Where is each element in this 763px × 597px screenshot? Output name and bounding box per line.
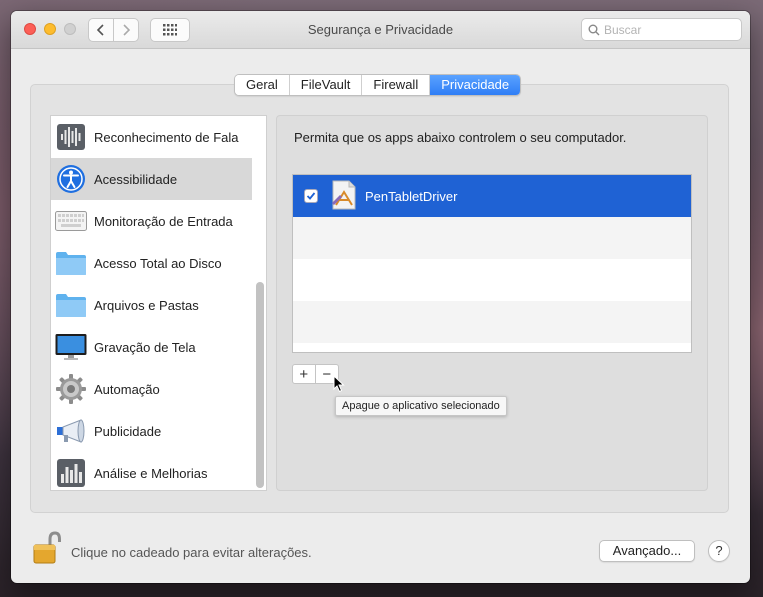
category-list-scrollbar[interactable] (256, 282, 264, 488)
sidebar-item-label: Análise e Melhorias (94, 465, 208, 481)
app-list-empty-row (293, 217, 691, 259)
sidebar-item-label: Acessibilidade (94, 171, 178, 187)
accessibility-icon (55, 163, 87, 195)
sidebar-item-publicidade[interactable]: Publicidade (51, 410, 252, 452)
tab-filevault[interactable]: FileVault (289, 75, 363, 95)
sidebar-item-acesso-total-ao-disco[interactable]: Acesso Total ao Disco (51, 242, 252, 284)
unlocked-padlock-icon[interactable] (31, 530, 61, 566)
sidebar-item-label: Monitoração de Entrada (94, 213, 233, 229)
help-button[interactable]: ? (708, 540, 730, 562)
sidebar-item-label: Acesso Total ao Disco (94, 255, 222, 271)
sidebar-item-label: Reconhecimento de Fala (94, 129, 239, 145)
sidebar-item-label: Publicidade (94, 423, 162, 439)
title-bar: Segurança e Privacidade (11, 11, 750, 49)
tab-bar: Geral FileVault Firewall Privacidade (234, 74, 522, 96)
folder-icon (55, 247, 87, 279)
sidebar-item-label: Gravação de Tela (94, 339, 196, 355)
search-icon (588, 24, 600, 35)
tooltip: Apague o aplicativo selecionado (335, 396, 507, 416)
search-input[interactable] (604, 22, 734, 37)
app-row-pentabletdriver[interactable]: PenTabletDriver (293, 175, 691, 217)
add-remove-control: + − (292, 364, 339, 384)
bar-chart-icon (55, 457, 87, 489)
add-app-button[interactable]: + (293, 365, 316, 383)
app-enabled-checkbox[interactable] (304, 189, 318, 203)
folder-icon (55, 289, 87, 321)
sidebar-item-gravacao-de-tela[interactable]: Gravação de Tela (51, 326, 252, 368)
search-field[interactable] (581, 18, 742, 41)
sidebar-item-reconhecimento-de-fala[interactable]: Reconhecimento de Fala (51, 116, 252, 158)
lock-hint: Clique no cadeado para evitar alterações… (71, 545, 312, 560)
sidebar-item-analise-e-melhorias[interactable]: Análise e Melhorias (51, 452, 252, 490)
app-installer-icon (327, 179, 359, 211)
category-list[interactable]: Reconhecimento de Fala Acessibilidade Mo… (50, 115, 267, 491)
sidebar-item-automacao[interactable]: Automação (51, 368, 252, 410)
sidebar-item-arquivos-e-pastas[interactable]: Arquivos e Pastas (51, 284, 252, 326)
keyboard-icon (55, 205, 87, 237)
sidebar-item-label: Arquivos e Pastas (94, 297, 199, 313)
gear-icon (55, 373, 87, 405)
tab-privacidade[interactable]: Privacidade (430, 75, 521, 95)
sidebar-item-acessibilidade[interactable]: Acessibilidade (51, 158, 252, 200)
speech-waveform-icon (55, 121, 87, 153)
advanced-button[interactable]: Avançado... (599, 540, 695, 562)
preferences-window: Segurança e Privacidade Geral FileVault … (11, 11, 750, 583)
app-list-empty-row (293, 301, 691, 343)
app-name: PenTabletDriver (365, 188, 458, 204)
sidebar-item-monitoracao-de-entrada[interactable]: Monitoração de Entrada (51, 200, 252, 242)
checkmark-icon (306, 192, 316, 200)
tab-firewall[interactable]: Firewall (362, 75, 431, 95)
detail-description: Permita que os apps abaixo controlem o s… (294, 130, 627, 145)
app-list-empty-row (293, 259, 691, 301)
megaphone-icon (55, 415, 87, 447)
mouse-pointer-icon (333, 375, 345, 393)
tab-geral[interactable]: Geral (235, 75, 290, 95)
display-icon (55, 331, 87, 363)
app-list[interactable]: PenTabletDriver (292, 174, 692, 353)
sidebar-item-label: Automação (94, 381, 160, 397)
